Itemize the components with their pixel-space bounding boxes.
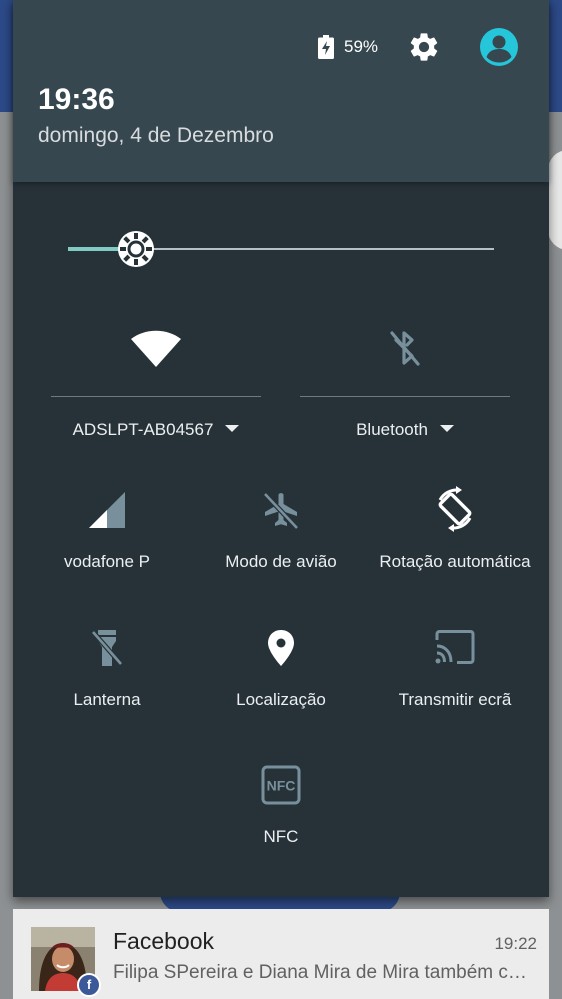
location-pin-icon[interactable] bbox=[261, 628, 301, 668]
wifi-tile[interactable]: ADSLPT-AB04567 bbox=[51, 310, 261, 439]
clock-time: 19:36 bbox=[38, 83, 115, 116]
bluetooth-tile[interactable]: Bluetooth bbox=[300, 310, 510, 439]
brightness-slider[interactable] bbox=[68, 230, 494, 268]
wifi-divider bbox=[51, 396, 261, 397]
tile-auto-rotate[interactable]: Rotação automática bbox=[366, 486, 544, 590]
gear-icon[interactable] bbox=[407, 30, 441, 64]
wifi-network-name: ADSLPT-AB04567 bbox=[72, 420, 214, 439]
battery-charging-icon bbox=[318, 35, 334, 59]
bluetooth-divider bbox=[300, 396, 510, 397]
notification-time: 19:22 bbox=[494, 934, 537, 953]
battery-percentage: 59% bbox=[344, 37, 379, 56]
airplane-mode-off-icon[interactable] bbox=[261, 490, 301, 530]
facebook-notification[interactable]: f Facebook 19:22 Filipa SPereira e Diana… bbox=[13, 909, 549, 999]
chevron-down-icon bbox=[225, 425, 240, 432]
tile-cellular[interactable]: vodafone P bbox=[18, 490, 196, 590]
bluetooth-disabled-icon[interactable] bbox=[388, 328, 422, 368]
tile-label: NFC bbox=[263, 827, 299, 846]
tile-label: Lanterna bbox=[73, 690, 141, 709]
facebook-badge-icon: f bbox=[77, 973, 101, 997]
tile-label: Localização bbox=[236, 690, 326, 709]
background-card bbox=[548, 150, 562, 250]
quick-settings-panel: 59% 19:36 domingo, 4 de Dezembro ADSLPT-… bbox=[13, 0, 549, 897]
chevron-down-icon bbox=[439, 425, 454, 432]
wifi-network-dropdown[interactable]: ADSLPT-AB04567 bbox=[51, 420, 261, 440]
cast-icon[interactable] bbox=[433, 628, 477, 668]
tile-label: Transmitir ecrã bbox=[398, 690, 512, 709]
svg-text:NFC: NFC bbox=[267, 778, 296, 794]
notification-text: Filipa SPereira e Diana Mira de Mira tam… bbox=[113, 962, 537, 983]
quick-settings-header: 59% 19:36 domingo, 4 de Dezembro bbox=[13, 0, 549, 182]
tile-label: vodafone P bbox=[63, 552, 150, 571]
tile-location[interactable]: Localização bbox=[192, 628, 370, 728]
account-circle-icon[interactable] bbox=[480, 28, 518, 66]
tile-label: Rotação automática bbox=[379, 552, 531, 571]
brightness-thumb-icon[interactable] bbox=[117, 230, 155, 268]
current-date: domingo, 4 de Dezembro bbox=[38, 124, 274, 147]
tile-label: Modo de avião bbox=[225, 552, 337, 571]
tile-airplane-mode[interactable]: Modo de avião bbox=[192, 490, 370, 590]
auto-rotate-icon[interactable] bbox=[432, 486, 478, 532]
flashlight-off-icon[interactable] bbox=[87, 628, 127, 668]
tile-cast-screen[interactable]: Transmitir ecrã bbox=[366, 628, 544, 728]
tile-nfc[interactable]: NFC NFC bbox=[192, 765, 370, 865]
nfc-icon[interactable]: NFC bbox=[261, 765, 301, 805]
cell-signal-icon[interactable] bbox=[87, 490, 127, 530]
bluetooth-label: Bluetooth bbox=[356, 420, 428, 439]
notification-app-name: Facebook bbox=[113, 928, 215, 954]
bluetooth-dropdown[interactable]: Bluetooth bbox=[300, 420, 510, 440]
wifi-full-icon[interactable] bbox=[131, 330, 181, 370]
tile-flashlight[interactable]: Lanterna bbox=[18, 628, 196, 728]
